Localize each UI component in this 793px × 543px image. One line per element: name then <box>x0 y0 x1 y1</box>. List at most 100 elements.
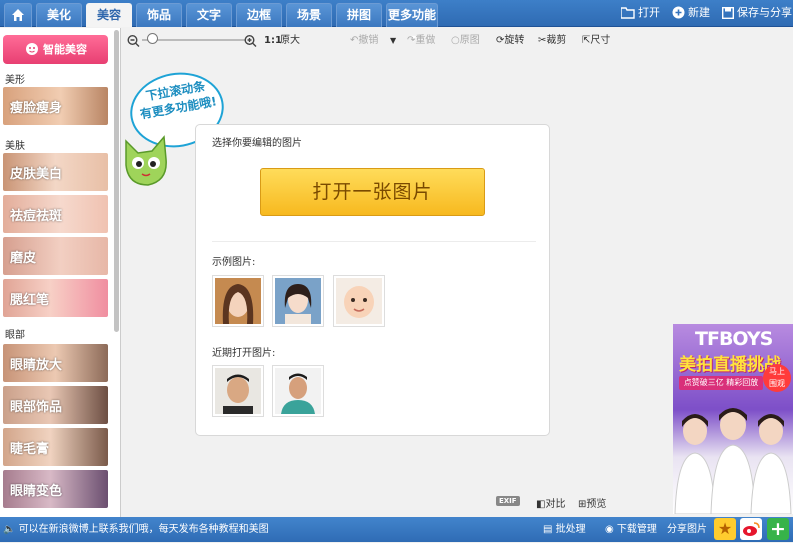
plus-circle-icon <box>672 6 685 19</box>
ad-badge-line2: 围观 <box>769 379 785 388</box>
open-button[interactable]: 打开 <box>620 4 660 22</box>
tab-collage[interactable]: 拼图 <box>336 3 382 27</box>
reset-label: 原图 <box>459 35 480 46</box>
smart-beauty-button[interactable]: 智能美容 <box>3 35 108 64</box>
sidebar-scrollbar[interactable] <box>114 30 119 332</box>
weibo-icon[interactable] <box>740 518 762 540</box>
original-size-button[interactable]: 原大 <box>280 33 300 49</box>
zoom-slider-handle[interactable] <box>146 33 158 44</box>
folder-icon <box>620 7 635 19</box>
sidebar-item-label: 眼部饰品 <box>10 400 63 415</box>
home-tab[interactable] <box>4 3 32 27</box>
ad-badge[interactable]: 马上 围观 <box>763 364 791 392</box>
section-shape-label: 美形 <box>5 75 25 86</box>
compare-button[interactable]: ◧对比 <box>536 495 565 510</box>
undo-label: 撤销 <box>358 35 379 46</box>
tab-more-label: 更多功能 <box>387 8 436 22</box>
home-icon <box>12 9 24 21</box>
star-icon[interactable]: ★ <box>714 518 736 540</box>
preview-button[interactable]: ⊞预览 <box>578 495 606 510</box>
zoom-in-icon[interactable] <box>244 33 257 49</box>
redo-button[interactable]: ↷重做 <box>407 33 435 49</box>
sidebar-item-label: 皮肤美白 <box>10 167 63 182</box>
sidebar-item-eye-accessories[interactable]: 眼部饰品 <box>3 386 108 424</box>
recent-thumb-2[interactable] <box>272 365 324 417</box>
undo-dropdown[interactable]: ▼ <box>390 33 396 49</box>
recent-images-label: 近期打开图片: <box>212 348 276 359</box>
ad-badge-line1: 马上 <box>769 367 785 376</box>
sidebar-item-whiten[interactable]: 皮肤美白 <box>3 153 108 191</box>
exif-button[interactable]: EXIF <box>496 496 520 506</box>
tab-more[interactable]: 更多功能▼ <box>386 3 438 43</box>
new-label: 新建 <box>688 6 710 19</box>
sidebar-item-slim[interactable]: 瘦脸瘦身 <box>3 87 108 125</box>
status-bar: 🔈 可以在新浪微博上联系我们哦，每天发布各种教程和美图 ▤ 批处理 ◉ 下载管理… <box>0 517 793 542</box>
mascot-icon <box>125 135 167 186</box>
sidebar-item-blush[interactable]: 腮红笔 <box>3 279 108 317</box>
undo-button[interactable]: ↶撤销 <box>350 33 378 49</box>
toolbar: 1:1 原大 ↶撤销 ▼ ↷重做 ○原图 ⟳旋转 ✂裁剪 ⇱尺寸 <box>122 28 793 52</box>
sidebar-item-eye-color[interactable]: 眼睛变色 <box>3 470 108 508</box>
smart-beauty-label: 智能美容 <box>43 43 87 56</box>
speaker-icon: 🔈 <box>3 524 16 535</box>
share-image-button[interactable]: 分享图片 <box>667 522 707 538</box>
size-label: 尺寸 <box>590 35 611 46</box>
reset-button[interactable]: ○原图 <box>451 33 480 49</box>
recent-thumb-1[interactable] <box>212 365 264 417</box>
sidebar-item-label: 瘦脸瘦身 <box>10 101 63 116</box>
add-icon[interactable]: + <box>767 518 789 540</box>
face-icon <box>26 43 38 55</box>
size-button[interactable]: ⇱尺寸 <box>582 33 610 49</box>
download-icon: ◉ <box>605 524 614 535</box>
batch-button[interactable]: ▤ 批处理 <box>543 522 586 538</box>
tab-beautify[interactable]: 美化 <box>36 3 82 27</box>
sidebar-item-label: 眼睛变色 <box>10 484 63 499</box>
sidebar-item-label: 腮红笔 <box>10 293 50 308</box>
example-thumb-3[interactable] <box>333 275 385 327</box>
sidebar-item-label: 祛痘祛斑 <box>10 209 63 224</box>
example-thumb-2[interactable] <box>272 275 324 327</box>
rotate-button[interactable]: ⟳旋转 <box>496 33 524 49</box>
recent-image-1 <box>215 368 261 414</box>
zoom-out-icon[interactable] <box>127 33 140 49</box>
sidebar-item-label: 眼睛放大 <box>10 358 63 373</box>
recent-image-2 <box>275 368 321 414</box>
preview-label: 预览 <box>586 499 607 510</box>
ad-banner[interactable]: TFBOYS 美拍直播挑战 点赞破三亿 精彩回放 马上 围观 <box>673 324 793 514</box>
download-label: 下载管理 <box>616 524 657 535</box>
tab-border[interactable]: 边框 <box>236 3 282 27</box>
download-manager-button[interactable]: ◉ 下载管理 <box>605 522 657 538</box>
tab-text[interactable]: 文字 <box>186 3 232 27</box>
example-image-3 <box>336 278 382 324</box>
ad-brand: TFBOYS <box>695 328 773 350</box>
sidebar-item-smooth[interactable]: 磨皮 <box>3 237 108 275</box>
save-share-label: 保存与分享 <box>737 6 792 19</box>
example-image-2 <box>275 278 321 324</box>
example-thumb-1[interactable] <box>212 275 264 327</box>
section-eyes-label: 眼部 <box>5 330 25 341</box>
canvas-area: 下拉滚动条 有更多功能哦! 选择你要编辑的图片 打开一张图片 示例图片: 近期打… <box>122 53 671 517</box>
ad-photo <box>674 408 792 514</box>
save-icon <box>721 6 735 20</box>
divider <box>212 241 536 242</box>
batch-icon: ▤ <box>543 524 553 535</box>
start-panel: 选择你要编辑的图片 打开一张图片 示例图片: 近期打开图片: <box>195 124 550 436</box>
sidebar-item-acne[interactable]: 祛痘祛斑 <box>3 195 108 233</box>
example-images-label: 示例图片: <box>212 257 256 268</box>
tab-accessories[interactable]: 饰品 <box>136 3 182 27</box>
tab-scene[interactable]: 场景 <box>286 3 332 27</box>
section-skin-label: 美肤 <box>5 141 25 152</box>
sidebar-item-label: 睫毛膏 <box>10 442 50 457</box>
sidebar-item-mascara[interactable]: 睫毛膏 <box>3 428 108 466</box>
select-image-label: 选择你要编辑的图片 <box>212 138 302 149</box>
ad-sub: 点赞破三亿 精彩回放 <box>679 376 763 390</box>
reset-icon: ○ <box>451 35 460 46</box>
sidebar-item-enlarge-eyes[interactable]: 眼睛放大 <box>3 344 108 382</box>
tab-beauty[interactable]: 美容 <box>86 3 132 27</box>
new-button[interactable]: 新建 <box>672 4 710 22</box>
rotate-label: 旋转 <box>504 35 525 46</box>
crop-button[interactable]: ✂裁剪 <box>538 33 566 49</box>
open-image-button[interactable]: 打开一张图片 <box>260 168 485 216</box>
status-message: 🔈 可以在新浪微博上联系我们哦，每天发布各种教程和美图 <box>3 522 269 538</box>
save-share-button[interactable]: 保存与分享 <box>721 4 792 22</box>
